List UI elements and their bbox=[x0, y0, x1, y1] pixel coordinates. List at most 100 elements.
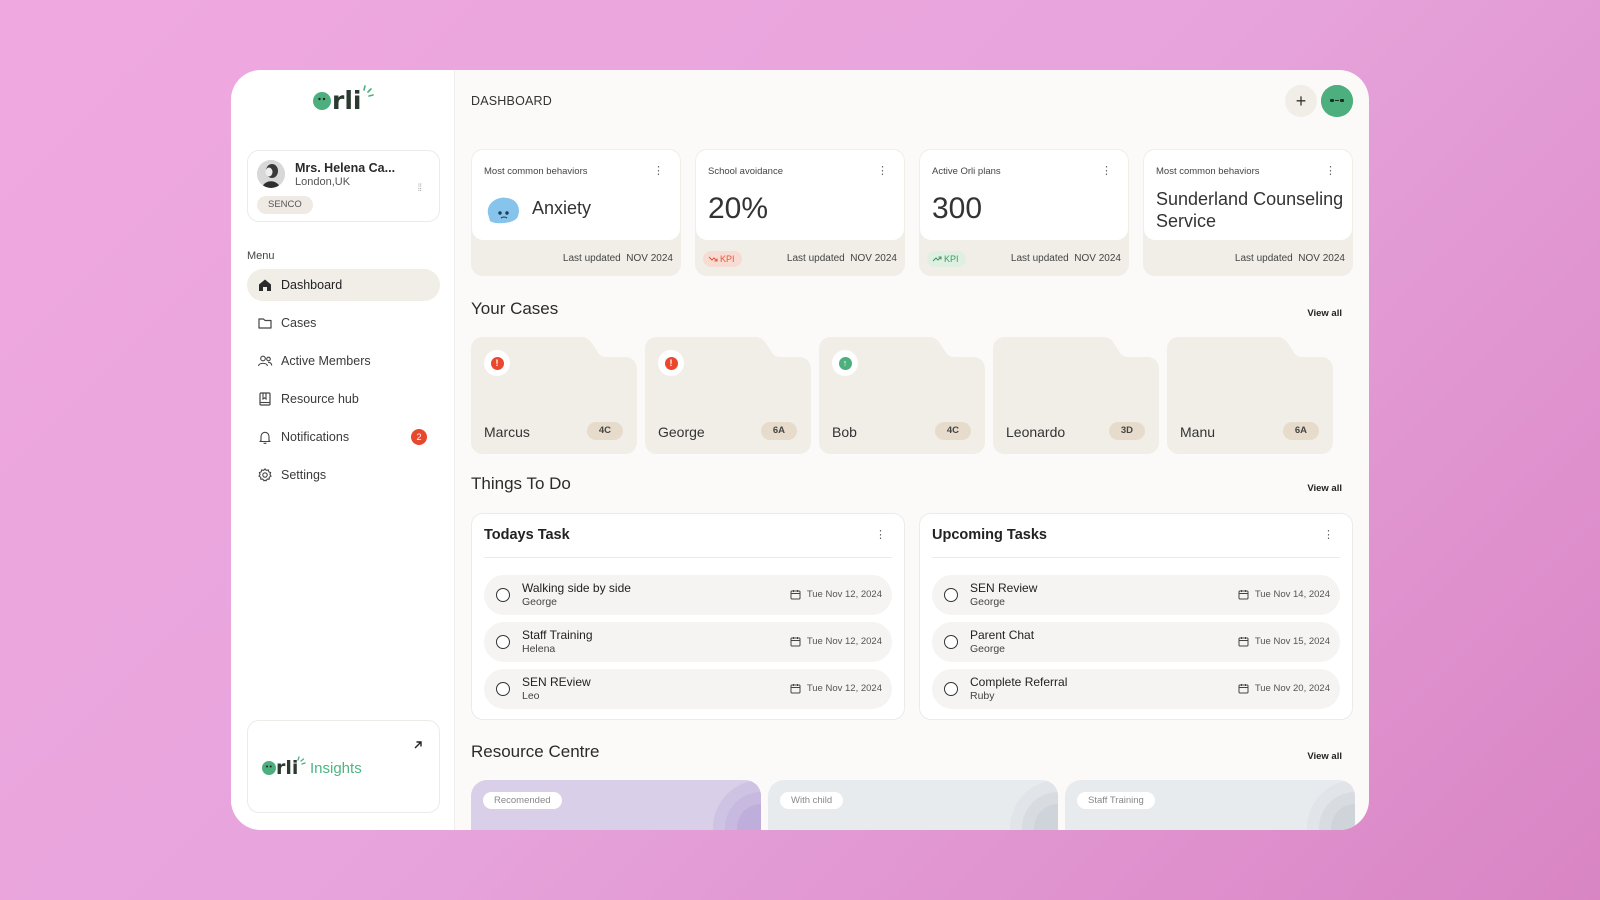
sidebar-item-label: Dashboard bbox=[281, 278, 343, 292]
svg-text:rli: rli bbox=[332, 86, 361, 114]
upcoming-tasks-card: Upcoming Tasks ⋮ SEN Review George Tue N… bbox=[919, 513, 1353, 720]
task-date: Tue Nov 15, 2024 bbox=[1238, 636, 1330, 647]
external-link-icon[interactable] bbox=[413, 737, 423, 755]
resource-card-with-child[interactable]: With child bbox=[768, 780, 1058, 830]
case-name: Marcus bbox=[484, 424, 530, 440]
kpi-row: Most common behaviors ⋮ Anxiety Last upd… bbox=[471, 149, 1353, 276]
orli-logo[interactable]: rli bbox=[313, 84, 377, 119]
kpi-value: Anxiety bbox=[532, 198, 592, 218]
task-row[interactable]: Staff Training Helena Tue Nov 12, 2024 bbox=[484, 622, 892, 662]
sidebar-item-cases[interactable]: Cases bbox=[247, 307, 440, 339]
case-name: Bob bbox=[832, 424, 857, 440]
task-card-title: Todays Task bbox=[484, 527, 570, 543]
task-name: Complete Referral bbox=[970, 675, 1068, 689]
task-checkbox[interactable] bbox=[496, 635, 510, 649]
divider bbox=[932, 557, 1340, 558]
profile-name: Mrs. Helena Ca... bbox=[295, 161, 396, 175]
task-owner: Helena bbox=[522, 643, 556, 655]
sidebar: rli Mrs. Helena Ca... London,UK SENCO ⁞⁞… bbox=[231, 70, 455, 830]
menu-heading: Menu bbox=[247, 250, 275, 262]
kpi-label: School avoidance bbox=[708, 166, 783, 177]
resources-view-all-link[interactable]: View all bbox=[1307, 751, 1342, 762]
sidebar-item-resource-hub[interactable]: Resource hub bbox=[247, 383, 440, 415]
task-checkbox[interactable] bbox=[944, 588, 958, 602]
decorative-circles bbox=[1010, 780, 1058, 830]
cases-view-all-link[interactable]: View all bbox=[1307, 308, 1342, 319]
todo-view-all-link[interactable]: View all bbox=[1307, 483, 1342, 494]
case-card-leonardo[interactable]: Leonardo 3D bbox=[993, 337, 1159, 454]
task-checkbox[interactable] bbox=[496, 588, 510, 602]
alert-status-icon: ! bbox=[658, 350, 684, 376]
resource-card-staff-training[interactable]: Staff Training bbox=[1065, 780, 1355, 830]
resource-category-chip: With child bbox=[780, 792, 844, 809]
bell-icon bbox=[257, 429, 273, 445]
task-owner: George bbox=[970, 643, 1006, 655]
more-options-icon[interactable]: ⋮ bbox=[1323, 528, 1334, 541]
task-date: Tue Nov 12, 2024 bbox=[790, 636, 882, 647]
task-row[interactable]: Complete Referral Ruby Tue Nov 20, 2024 bbox=[932, 669, 1340, 709]
kpi-value: Sunderland Counseling Service bbox=[1156, 189, 1344, 231]
more-options-icon[interactable]: ⋮ bbox=[1101, 164, 1112, 177]
kpi-card-active-plans[interactable]: Active Orli plans ⋮ 300 KPI Last updated… bbox=[919, 149, 1129, 276]
users-icon bbox=[257, 353, 273, 369]
home-icon bbox=[257, 277, 273, 293]
kpi-updated: Last updated NOV 2024 bbox=[1234, 253, 1345, 264]
insights-logo: rli Insights bbox=[262, 755, 362, 777]
alert-status-icon: ! bbox=[484, 350, 510, 376]
task-name: SEN Review bbox=[970, 581, 1038, 595]
more-options-icon[interactable]: ⋮ bbox=[877, 164, 888, 177]
case-card-manu[interactable]: Manu 6A bbox=[1167, 337, 1333, 454]
improving-status-icon: ↑ bbox=[832, 350, 858, 376]
role-badge: SENCO bbox=[257, 196, 313, 214]
sidebar-item-settings[interactable]: Settings bbox=[247, 459, 440, 491]
kpi-card-school-avoidance[interactable]: School avoidance ⋮ 20% KPI Last updated … bbox=[695, 149, 905, 276]
sidebar-item-label: Cases bbox=[281, 316, 317, 330]
kpi-card-behaviors[interactable]: Most common behaviors ⋮ Anxiety Last upd… bbox=[471, 149, 681, 276]
more-options-icon[interactable]: ⋮ bbox=[1325, 164, 1336, 177]
more-options-icon[interactable]: ⋮ bbox=[875, 528, 886, 541]
trend-up-icon bbox=[932, 256, 942, 262]
sidebar-item-dashboard[interactable]: Dashboard bbox=[247, 269, 440, 301]
profile-card[interactable]: Mrs. Helena Ca... London,UK SENCO ⁞⁞ bbox=[247, 150, 440, 222]
kpi-chip: KPI bbox=[927, 251, 966, 267]
kpi-updated: Last updated NOV 2024 bbox=[1010, 253, 1121, 264]
orli-insights-card[interactable]: rli Insights bbox=[247, 720, 440, 813]
task-checkbox[interactable] bbox=[944, 682, 958, 696]
task-date: Tue Nov 12, 2024 bbox=[790, 589, 882, 600]
sidebar-item-active-members[interactable]: Active Members bbox=[247, 345, 440, 377]
case-card-marcus[interactable]: ! Marcus 4C bbox=[471, 337, 637, 454]
resource-category-chip: Recomended bbox=[483, 792, 562, 809]
orli-face-icon bbox=[1321, 85, 1353, 117]
task-checkbox[interactable] bbox=[944, 635, 958, 649]
resource-card-recommended[interactable]: Recomended bbox=[471, 780, 761, 830]
case-card-george[interactable]: ! George 6A bbox=[645, 337, 811, 454]
class-badge: 6A bbox=[1282, 422, 1319, 440]
add-button[interactable]: + bbox=[1285, 85, 1317, 117]
more-options-icon[interactable]: ⋮ bbox=[653, 164, 664, 177]
task-row[interactable]: SEN REview Leo Tue Nov 12, 2024 bbox=[484, 669, 892, 709]
task-row[interactable]: Walking side by side George Tue Nov 12, … bbox=[484, 575, 892, 615]
task-checkbox[interactable] bbox=[496, 682, 510, 696]
task-name: SEN REview bbox=[522, 675, 591, 689]
calendar-icon bbox=[790, 637, 801, 647]
sidebar-item-label: Settings bbox=[281, 468, 327, 482]
anxiety-character-icon bbox=[485, 194, 521, 231]
class-badge: 3D bbox=[1108, 422, 1145, 440]
task-row[interactable]: Parent Chat George Tue Nov 15, 2024 bbox=[932, 622, 1340, 662]
kpi-value: 300 bbox=[932, 192, 983, 225]
case-card-bob[interactable]: ↑ Bob 4C bbox=[819, 337, 985, 454]
kpi-card-service[interactable]: Most common behaviors ⋮ Sunderland Couns… bbox=[1143, 149, 1353, 276]
sidebar-item-notifications[interactable]: Notifications 2 bbox=[247, 421, 440, 453]
kpi-label: Most common behaviors bbox=[484, 166, 588, 177]
case-name: Leonardo bbox=[1006, 424, 1066, 440]
top-actions: + bbox=[1285, 85, 1353, 117]
sidebar-item-label: Active Members bbox=[281, 354, 371, 368]
user-avatar-button[interactable] bbox=[1321, 85, 1353, 117]
drag-handle-icon[interactable]: ⁞⁞ bbox=[417, 183, 421, 194]
resource-heading: Resource Centre bbox=[471, 742, 600, 761]
kpi-updated: Last updated NOV 2024 bbox=[562, 253, 673, 264]
page-title: DASHBOARD bbox=[471, 94, 552, 108]
task-row[interactable]: SEN Review George Tue Nov 14, 2024 bbox=[932, 575, 1340, 615]
class-badge: 4C bbox=[934, 422, 971, 440]
task-name: Staff Training bbox=[522, 628, 593, 642]
